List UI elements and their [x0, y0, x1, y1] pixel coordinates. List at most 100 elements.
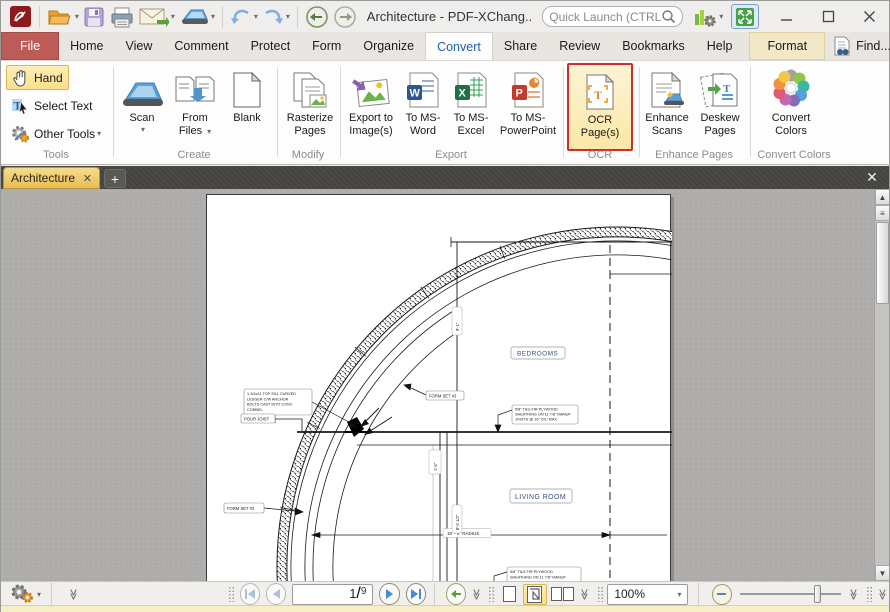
scroll-down-button[interactable]: ▼ [875, 565, 889, 581]
undo-button[interactable]: ▾ [228, 4, 260, 30]
minimize-button[interactable] [773, 5, 800, 29]
select-text-button[interactable]: T Select Text [6, 93, 97, 118]
zoom-out-button[interactable] [712, 583, 732, 605]
tab-home[interactable]: Home [59, 32, 114, 60]
dropdown-caret-icon[interactable]: ▾ [37, 590, 41, 599]
scan-button[interactable]: Scan ▾ [117, 63, 167, 151]
layout-options-chevron[interactable]: ≫ [578, 588, 591, 601]
tab-file[interactable]: File [1, 32, 60, 60]
toolbar-drag-handle[interactable] [596, 586, 604, 602]
tab-organize[interactable]: Organize [352, 32, 425, 60]
zoom-level-combobox[interactable]: 100% ▾ [607, 583, 689, 605]
last-page-button[interactable] [405, 583, 426, 605]
tab-format[interactable]: Format [749, 32, 826, 60]
fullscreen-button[interactable] [731, 4, 760, 29]
print-button[interactable] [107, 4, 137, 30]
new-tab-button[interactable]: + [104, 169, 126, 188]
search-icon [662, 10, 676, 24]
dropdown-caret-icon[interactable]: ▾ [677, 590, 681, 599]
previous-page-button[interactable] [266, 583, 287, 605]
next-page-button[interactable] [379, 583, 400, 605]
export-image-label-2: Image(s) [349, 125, 393, 137]
first-page-button[interactable] [239, 583, 261, 605]
blank-button[interactable]: Blank [223, 63, 271, 151]
zoom-slider[interactable] [739, 585, 842, 603]
preferences-button[interactable]: ▾ [7, 584, 43, 605]
scan-button-titlebar[interactable]: ▾ [177, 4, 217, 30]
fit-page-layout-button[interactable] [523, 583, 547, 605]
toolbar-drag-handle[interactable] [488, 586, 495, 602]
maximize-button[interactable] [814, 5, 841, 29]
document-area[interactable]: BEDROOMS LIVING ROOM 1-3/4x11 TOP SILL C… [1, 189, 889, 581]
zoom-options-chevron[interactable]: ≫ [847, 588, 860, 601]
redo-button[interactable]: ▾ [260, 4, 292, 30]
document-tab-architecture[interactable]: Architecture ✕ [3, 167, 100, 189]
scan-label: Scan [129, 112, 155, 124]
tab-protect[interactable]: Protect [240, 32, 302, 60]
save-button[interactable] [81, 4, 107, 30]
scroll-up-button[interactable]: ▲ [875, 189, 889, 205]
back-button[interactable] [303, 4, 331, 30]
single-page-layout-button[interactable] [501, 584, 519, 605]
close-document-button[interactable]: ✕ [861, 168, 883, 187]
tab-share[interactable]: Share [493, 32, 548, 60]
tab-help[interactable]: Help [696, 32, 744, 60]
scrollbar-options-button[interactable]: ≡ [875, 205, 889, 221]
dropdown-caret-icon[interactable]: ▾ [75, 12, 79, 21]
forward-button[interactable] [331, 4, 359, 30]
to-ms-word-button[interactable]: W To MS- Word [401, 63, 445, 151]
to-ms-excel-button[interactable]: X To MS- Excel [447, 63, 495, 151]
other-tools-button[interactable]: Other Tools ▾ [6, 121, 106, 146]
expand-panel-chevron[interactable]: ≫ [67, 588, 80, 601]
ribbon-tab-row: File Home View Comment Protect Form Orga… [1, 32, 890, 61]
tab-bookmarks[interactable]: Bookmarks [611, 32, 696, 60]
tab-review[interactable]: Review [548, 32, 611, 60]
page-number-input[interactable] [310, 587, 357, 601]
rasterize-pages-button[interactable]: Rasterize Pages [281, 63, 339, 151]
tab-view[interactable]: View [115, 32, 164, 60]
page-number-box[interactable]: / 9 [292, 583, 374, 605]
open-file-button[interactable]: ▾ [45, 4, 81, 30]
email-button[interactable]: ▾ [137, 4, 177, 30]
tab-comment[interactable]: Comment [163, 32, 239, 60]
customize-toolbars-button[interactable]: ▾ [691, 4, 725, 30]
toolbar-drag-handle[interactable] [227, 586, 234, 602]
dropdown-caret-icon[interactable]: ▾ [171, 12, 175, 21]
divider [296, 5, 298, 28]
convert-colors-button[interactable]: Convert Colors [756, 63, 826, 151]
tab-form[interactable]: Form [301, 32, 352, 60]
hand-tool-button[interactable]: Hand [6, 65, 69, 90]
ocr-pages-button[interactable]: T OCR Page(s) [567, 63, 633, 151]
dropdown-caret-icon[interactable]: ▾ [141, 125, 145, 134]
quick-launch-input[interactable] [549, 9, 662, 24]
from-files-button[interactable]: From Files ▾ [169, 63, 221, 151]
tab-convert[interactable]: Convert [425, 32, 493, 60]
status-bar: ▾ ≫ / 9 ≫ ≫ [1, 581, 889, 612]
dropdown-caret-icon[interactable]: ▾ [207, 127, 211, 136]
deskew-pages-button[interactable]: T Deskew Pages [694, 63, 746, 151]
vertical-scrollbar[interactable]: ▲ ≡ ▼ [874, 189, 889, 581]
two-page-layout-button[interactable] [549, 584, 576, 605]
dropdown-caret-icon[interactable]: ▾ [286, 12, 290, 21]
scrollbar-thumb[interactable] [876, 222, 889, 304]
to-ms-powerpoint-button[interactable]: P To MS- PowerPoint [497, 63, 559, 151]
enhance-scans-button[interactable]: Enhance Scans [642, 63, 692, 151]
view-history-chevron[interactable]: ≫ [470, 588, 483, 601]
close-button[interactable] [856, 5, 883, 29]
dropdown-caret-icon[interactable]: ▾ [97, 129, 101, 138]
previous-view-button[interactable] [445, 583, 466, 605]
dropdown-caret-icon[interactable]: ▾ [719, 12, 723, 21]
dropdown-caret-icon[interactable]: ▾ [254, 12, 258, 21]
zoom-slider-handle[interactable] [813, 585, 821, 603]
from-files-label-1: From [182, 112, 208, 124]
dropdown-caret-icon[interactable]: ▾ [211, 12, 215, 21]
export-to-images-button[interactable]: Export to Image(s) [343, 63, 399, 151]
toolbar-drag-handle[interactable] [865, 586, 873, 602]
svg-text:P: P [516, 88, 523, 100]
dimension-label-b: 1'-6" [433, 462, 438, 471]
quick-launch-box[interactable] [542, 6, 684, 27]
find-button[interactable]: Find... [825, 33, 890, 60]
panel-options-chevron[interactable]: ≫ [876, 588, 889, 601]
pdf-page[interactable]: BEDROOMS LIVING ROOM 1-3/4x11 TOP SILL C… [206, 194, 672, 581]
close-tab-icon[interactable]: ✕ [83, 172, 92, 185]
